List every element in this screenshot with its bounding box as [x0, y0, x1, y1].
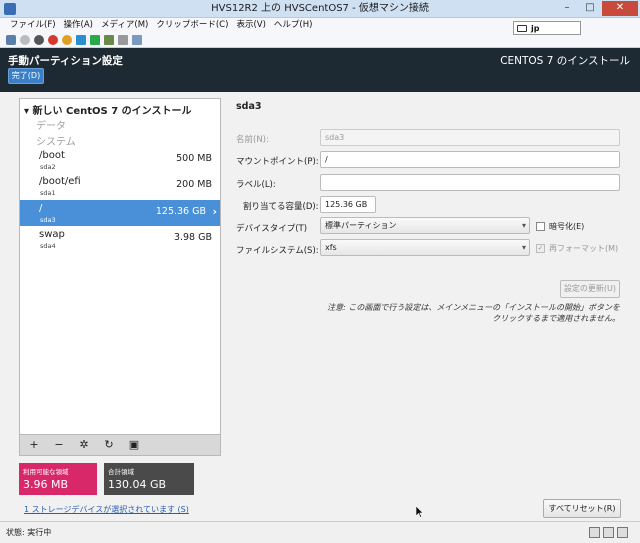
spoke-header: 手動パーティション設定 完了(D) CENTOS 7 のインストール [0, 48, 640, 92]
update-settings-button: 設定の更新(U) [560, 280, 620, 298]
partition-device: sda4 [40, 242, 56, 250]
apply-note-line1: 注意: この画面で行う設定は、メインメニューの「インストールの開始」ボタンを [327, 303, 620, 312]
done-button[interactable]: 完了(D) [8, 68, 44, 84]
product-title: CENTOS 7 のインストール [500, 55, 630, 67]
partition-row-boot-efi[interactable]: /boot/efi sda1 200 MB [20, 173, 220, 199]
device-type-label: デバイスタイプ(T) [236, 224, 308, 234]
encrypt-checkbox[interactable] [536, 222, 545, 231]
checkpoint-icon[interactable] [104, 34, 114, 45]
partition-size: 125.36 GB [155, 206, 206, 217]
keyboard-layout-indicator[interactable]: jp [513, 21, 581, 35]
partition-row-swap[interactable]: swap sda4 3.98 GB [20, 226, 220, 252]
available-space-value: 3.96 MB [23, 478, 69, 491]
reformat-checkbox: ✓ [536, 244, 545, 253]
menu-action[interactable]: 操作(A) [60, 18, 97, 32]
menu-media[interactable]: メディア(M) [97, 18, 152, 32]
shutdown-icon[interactable] [48, 34, 58, 45]
chevron-down-icon: ▾ [521, 243, 526, 252]
apply-note-line2: クリックするまで適用されません。 [492, 314, 620, 323]
filesystem-label: ファイルシステム(S): [236, 246, 319, 256]
total-space-box: 合計領域 130.04 GB [104, 463, 194, 495]
keyboard-icon [517, 24, 527, 32]
save-state-icon[interactable] [62, 34, 72, 45]
maximize-button[interactable]: □ [579, 1, 601, 16]
device-type-select[interactable]: 標準パーティション ▾ [320, 217, 530, 234]
keyboard-layout-label: jp [531, 23, 540, 33]
partition-size: 3.98 GB [173, 232, 212, 243]
ctrl-alt-del-icon[interactable] [6, 34, 16, 45]
chevron-down-icon: ▾ [521, 221, 526, 230]
partition-device: sda3 [40, 216, 56, 224]
menu-file[interactable]: ファイル(F) [6, 18, 60, 32]
window-title: HVS12R2 上の HVSCentOS7 - 仮想マシン接続 [211, 3, 429, 14]
reformat-label: 再フォーマット(M) [549, 244, 619, 253]
close-button[interactable]: ✕ [602, 1, 638, 16]
partition-row-root[interactable]: / sda3 125.36 GB › [20, 200, 220, 226]
mount-point-input[interactable]: / [320, 151, 620, 168]
partition-row-boot[interactable]: /boot sda2 500 MB [20, 147, 220, 173]
partition-size: 500 MB [176, 153, 212, 164]
remove-partition-button[interactable]: − [49, 436, 69, 454]
total-space-label: 合計領域 [108, 468, 134, 476]
keyboard-icon [589, 527, 600, 538]
enhanced-session-icon[interactable] [132, 34, 142, 45]
partition-device: sda2 [40, 163, 56, 171]
available-space-box: 利用可能な領域 3.96 MB [19, 463, 97, 495]
partition-name: / [39, 203, 43, 214]
monitor-icon [617, 527, 628, 538]
label-input[interactable] [320, 174, 620, 191]
encrypt-label: 暗号化(E) [549, 222, 585, 231]
selected-partition-title: sda3 [236, 101, 262, 112]
partition-size: 200 MB [176, 179, 212, 190]
vm-connect-icon [4, 3, 16, 15]
mount-point-label: マウントポイント(P): [236, 157, 319, 167]
reset-all-button[interactable]: すべてリセット(R) [543, 499, 621, 518]
window-titlebar: HVS12R2 上の HVSCentOS7 - 仮想マシン接続 – □ ✕ [0, 0, 640, 18]
partition-name: /boot [39, 150, 65, 161]
vm-status: 状態: 実行中 [6, 528, 52, 537]
partition-toolbar: + − ✲ ↻ ▣ [19, 434, 221, 456]
name-label: 名前(N): [236, 135, 269, 145]
menu-clipboard[interactable]: クリップボード(C) [152, 18, 232, 32]
chevron-right-icon: › [212, 205, 217, 218]
status-bar: 状態: 実行中 [0, 521, 640, 543]
partition-device: sda1 [40, 189, 56, 197]
revert-icon[interactable] [118, 34, 128, 45]
apply-note: 注意: この画面で行う設定は、メインメニューの「インストールの開始」ボタンを ク… [300, 302, 620, 324]
filesystem-select[interactable]: xfs ▾ [320, 239, 530, 256]
install-root-label: 新しい CentOS 7 のインストール [32, 106, 192, 117]
minimize-button[interactable]: – [556, 1, 578, 16]
menu-help[interactable]: ヘルプ(H) [270, 18, 317, 32]
mouse-cursor-icon [415, 505, 424, 518]
storage-devices-link[interactable]: 1 ストレージデバイスが選択されています (S) [24, 504, 189, 515]
refresh-icon[interactable]: ↻ [99, 436, 119, 454]
turn-off-icon[interactable] [34, 34, 44, 45]
partition-name: /boot/efi [39, 176, 81, 187]
reset-icon[interactable] [90, 34, 100, 45]
total-space-value: 130.04 GB [108, 478, 167, 491]
desired-capacity-input[interactable]: 125.36 GB [320, 196, 376, 213]
partition-name: swap [39, 229, 65, 240]
install-root-heading[interactable]: ▾ 新しい CentOS 7 のインストール [24, 102, 191, 117]
expander-icon: ▾ [24, 106, 33, 117]
window-controls: – □ ✕ [556, 1, 638, 16]
filesystem-value: xfs [325, 243, 337, 252]
partition-list: ▾ 新しい CentOS 7 のインストール データ システム /boot sd… [19, 98, 221, 456]
lock-icon [603, 527, 614, 538]
available-space-label: 利用可能な領域 [23, 468, 69, 476]
configure-icon[interactable]: ✲ [74, 436, 94, 454]
group-system: システム [36, 137, 76, 148]
desired-capacity-label: 割り当てる容量(D): [243, 202, 319, 212]
name-field: sda3 [320, 129, 620, 146]
menu-view[interactable]: 表示(V) [232, 18, 269, 32]
start-icon[interactable] [20, 34, 30, 45]
label-label: ラベル(L): [236, 180, 276, 190]
group-data: データ [36, 121, 66, 132]
pause-icon[interactable] [76, 34, 86, 45]
add-partition-button[interactable]: + [24, 436, 44, 454]
page-title: 手動パーティション設定 [8, 55, 123, 67]
device-type-value: 標準パーティション [325, 221, 397, 230]
disk-icon[interactable]: ▣ [124, 436, 144, 454]
